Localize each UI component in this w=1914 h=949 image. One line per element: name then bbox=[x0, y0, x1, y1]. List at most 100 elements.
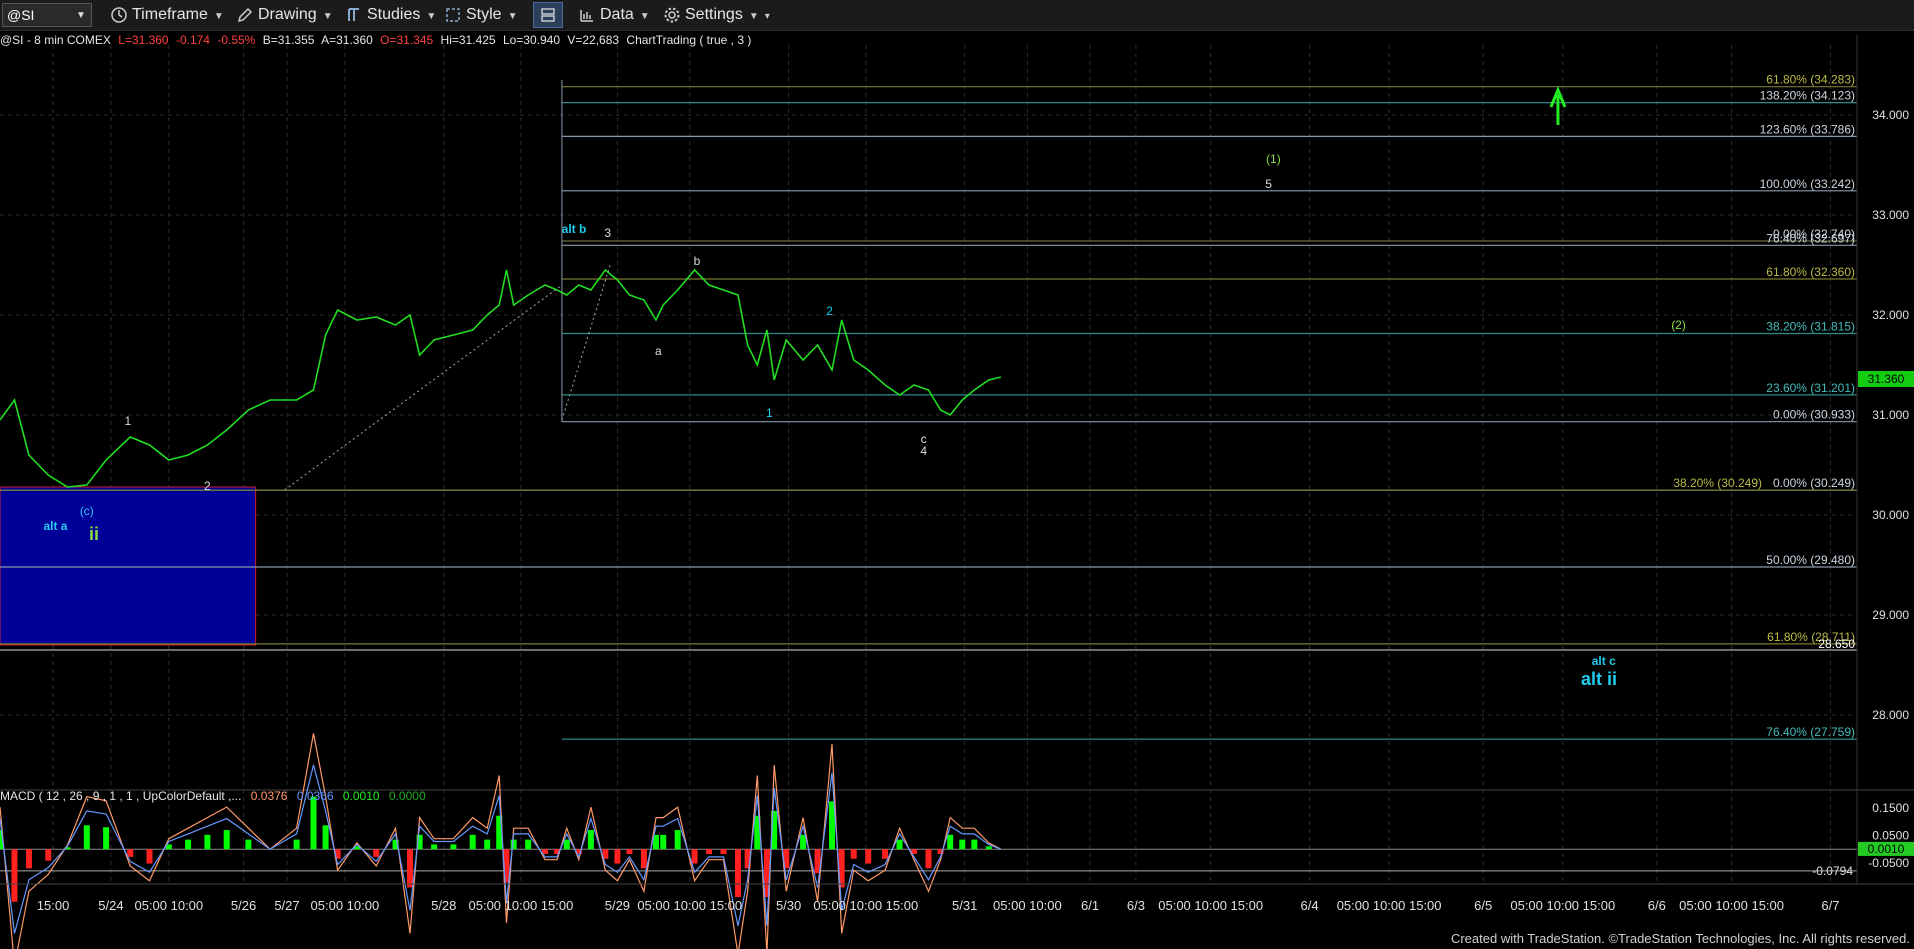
macd-histogram-bar bbox=[310, 796, 317, 850]
macd-value: 0.0376 bbox=[250, 789, 288, 803]
x-tick-label: 5/28 bbox=[431, 898, 456, 913]
x-tick-label: 05:00 10:00 15:00 bbox=[1158, 898, 1263, 913]
macd-histogram-bar bbox=[103, 827, 110, 850]
macd-histogram-bar bbox=[146, 849, 153, 864]
macd-histogram-bar bbox=[373, 849, 380, 857]
fib-level-label: 0.00% (30.249) bbox=[1773, 476, 1855, 490]
fib-level-label: 38.20% (30.249) bbox=[1673, 476, 1762, 490]
macd-histogram-bar bbox=[484, 839, 491, 850]
macd-y-tick-label: 0.0500 bbox=[1872, 829, 1909, 843]
y-tick-label: 31.000 bbox=[1872, 408, 1909, 422]
x-tick-label: 05:00 10:00 bbox=[993, 898, 1062, 913]
trend-line bbox=[284, 284, 563, 491]
x-tick-label: 05:00 10:00 15:00 bbox=[1679, 898, 1784, 913]
x-tick-label: 6/6 bbox=[1648, 898, 1666, 913]
fib-level-label: 76.40% (32.697) bbox=[1766, 231, 1855, 245]
macd-histogram-bar bbox=[406, 849, 413, 888]
price-series bbox=[0, 268, 1002, 488]
wave-label: alt a bbox=[43, 519, 67, 533]
wave-label: 5 bbox=[1265, 177, 1272, 191]
fib-level-label: 76.40% (27.759) bbox=[1766, 725, 1855, 739]
wave-label: 3 bbox=[604, 226, 611, 240]
macd-histogram-bar bbox=[865, 849, 872, 864]
macd-zero-value: 0.0000 bbox=[388, 789, 426, 803]
macd-histogram-bar bbox=[734, 849, 741, 898]
macd-y-tick-label: 0.1500 bbox=[1872, 801, 1909, 815]
x-tick-label: 6/3 bbox=[1127, 898, 1145, 913]
target-zone-box bbox=[0, 486, 257, 646]
x-tick-label: 6/4 bbox=[1301, 898, 1319, 913]
x-tick-label: 5/29 bbox=[605, 898, 630, 913]
fib-level-label: 0.00% (30.933) bbox=[1773, 408, 1855, 422]
wave-label: b bbox=[694, 254, 701, 268]
y-tick-label: 33.000 bbox=[1872, 208, 1909, 222]
macd-histogram-bar bbox=[971, 839, 978, 850]
fib-level-label: 100.00% (33.242) bbox=[1760, 177, 1855, 191]
wave-label: 4 bbox=[920, 444, 927, 458]
macd-histogram-bar bbox=[525, 839, 532, 850]
wave-label: alt ii bbox=[1581, 669, 1617, 689]
wave-label: (1) bbox=[1266, 152, 1281, 166]
macd-histogram-bar bbox=[293, 839, 300, 850]
macd-histogram-bar bbox=[450, 844, 457, 850]
macd-histogram-bar bbox=[11, 849, 18, 902]
macd-histogram-bar bbox=[925, 849, 932, 869]
macd-histogram-bar bbox=[204, 834, 211, 850]
macd-histogram-bar bbox=[674, 830, 681, 850]
macd-histogram-bar bbox=[614, 849, 621, 864]
x-tick-label: 5/30 bbox=[776, 898, 801, 913]
fib-level-label: 61.80% (32.360) bbox=[1766, 265, 1855, 279]
x-tick-label: 15:00 bbox=[37, 898, 70, 913]
wave-label: a bbox=[655, 344, 662, 358]
x-tick-label: 05:00 10:00 bbox=[311, 898, 380, 913]
macd-last-label: 0.0010 bbox=[1868, 842, 1905, 856]
x-tick-label: 05:00 10:00 15:00 bbox=[469, 898, 574, 913]
macd-histogram-bar bbox=[223, 830, 230, 850]
y-tick-label: 34.000 bbox=[1872, 108, 1909, 122]
macd-histogram-bar bbox=[245, 839, 252, 850]
price-chart[interactable]: 61.80% (34.283)138.20% (34.123)123.60% (… bbox=[0, 0, 1914, 949]
macd-histogram-bar bbox=[431, 844, 438, 850]
fib-level-label: 38.20% (31.815) bbox=[1766, 320, 1855, 334]
macd-histogram-bar bbox=[691, 849, 698, 864]
y-tick-label: 28.000 bbox=[1872, 708, 1909, 722]
macd-histogram-bar bbox=[127, 849, 134, 857]
macd-histogram-bar bbox=[563, 839, 570, 850]
wave-label: 2 bbox=[826, 304, 833, 318]
macd-histogram-bar bbox=[45, 849, 52, 861]
macd-histogram-bar bbox=[959, 839, 966, 850]
x-tick-label: 05:00 10:00 15:00 bbox=[637, 898, 742, 913]
fib-level-label: 138.20% (34.123) bbox=[1760, 89, 1855, 103]
wave-label: 1 bbox=[766, 406, 773, 420]
macd-histogram-bar bbox=[83, 825, 90, 850]
wave-label: alt c bbox=[1592, 654, 1616, 668]
wave-label: ii bbox=[89, 524, 99, 544]
macd-diff-value: 0.0010 bbox=[342, 789, 380, 803]
x-tick-label: 05:00 10:00 15:00 bbox=[813, 898, 918, 913]
macd-histogram-bar bbox=[322, 825, 329, 850]
x-tick-label: 6/1 bbox=[1081, 898, 1099, 913]
macd-histogram-bar bbox=[882, 849, 889, 859]
macd-histogram-bar bbox=[185, 839, 192, 850]
macd-histogram-bar bbox=[720, 849, 727, 854]
footer-credit: Created with TradeStation. ©TradeStation… bbox=[1450, 931, 1910, 946]
macd-histogram-bar bbox=[510, 839, 517, 850]
fib-level-label: 123.60% (33.786) bbox=[1760, 122, 1855, 136]
macd-histogram-bar bbox=[587, 830, 594, 850]
macd-histogram-bar bbox=[626, 849, 633, 854]
x-tick-label: 5/26 bbox=[231, 898, 256, 913]
macd-histogram-bar bbox=[640, 849, 647, 869]
macd-avg-value: 0.0366 bbox=[296, 789, 334, 803]
macd-histogram-bar bbox=[985, 846, 992, 850]
x-tick-label: 05:00 10:00 15:00 bbox=[1337, 898, 1442, 913]
wave-label: 1 bbox=[124, 414, 131, 428]
y-tick-label: 32.000 bbox=[1872, 308, 1909, 322]
macd-histogram-bar bbox=[850, 849, 857, 859]
macd-min-label: -0.0794 bbox=[1812, 864, 1853, 878]
x-tick-label: 5/27 bbox=[274, 898, 299, 913]
fib-level-label: 23.60% (31.201) bbox=[1766, 381, 1855, 395]
macd-legend: MACD ( 12 , 26 , 9 , 1 , 1 , UpColorDefa… bbox=[0, 789, 432, 803]
macd-histogram-bar bbox=[660, 834, 667, 850]
last-price-label: 31.360 bbox=[1868, 372, 1905, 386]
wave-label: 2 bbox=[204, 479, 211, 493]
